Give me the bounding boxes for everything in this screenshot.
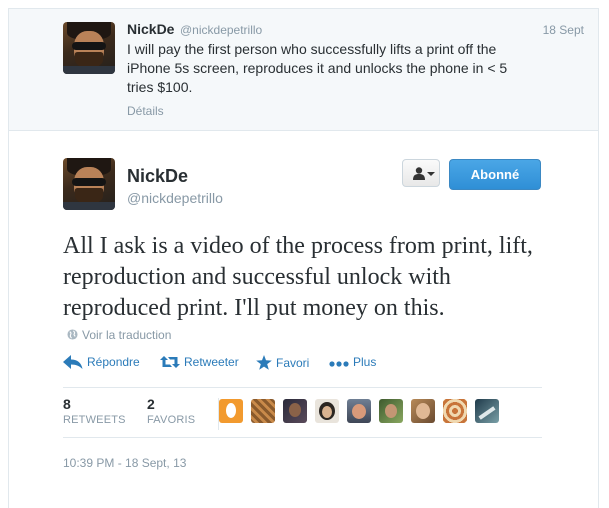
favorite-button[interactable]: Favori [256, 355, 309, 370]
globe-icon [67, 329, 78, 340]
translate-link[interactable]: Voir la traduction [67, 328, 171, 342]
tweet-timestamp[interactable]: 10:39 PM - 18 Sept, 13 [63, 456, 186, 470]
parent-avatar[interactable] [63, 22, 115, 74]
user-avatar[interactable] [251, 399, 275, 423]
retweet-icon [160, 356, 180, 368]
reply-label: Répondre [87, 355, 140, 369]
user-avatar-egg[interactable] [219, 399, 243, 423]
retweets-stat[interactable]: 8 RETWEETS [63, 396, 126, 426]
user-avatar[interactable] [443, 399, 467, 423]
divider [63, 387, 542, 388]
details-link[interactable]: Détails [127, 104, 164, 118]
user-dropdown-icon [413, 167, 425, 180]
user-avatar[interactable] [475, 399, 499, 423]
more-dots-icon [329, 361, 349, 367]
favorites-label: FAVORIS [147, 414, 196, 426]
user-avatar[interactable] [283, 399, 307, 423]
user-actions-dropdown[interactable] [402, 159, 440, 187]
author-avatar[interactable] [63, 158, 115, 210]
parent-author-handle[interactable]: @nickdepetrillo [180, 23, 262, 37]
parent-tweet[interactable]: NickDe @nickdepetrillo 18 Sept I will pa… [9, 9, 598, 131]
user-avatar[interactable] [347, 399, 371, 423]
favorites-count: 2 [147, 396, 155, 412]
retweets-label: RETWEETS [63, 414, 126, 426]
divider [63, 437, 542, 438]
more-button[interactable]: Plus [329, 355, 376, 369]
user-avatar[interactable] [411, 399, 435, 423]
parent-tweet-text: I will pay the first person who successf… [127, 41, 508, 95]
user-avatar[interactable] [315, 399, 339, 423]
author-name[interactable]: NickDe [127, 166, 188, 187]
retweet-label: Retweeter [184, 355, 239, 369]
tweet-detail-frame: NickDe @nickdepetrillo 18 Sept I will pa… [8, 8, 599, 508]
author-handle[interactable]: @nickdepetrillo [127, 190, 223, 206]
parent-tweet-date[interactable]: 18 Sept [543, 23, 584, 37]
retweets-count: 8 [63, 396, 71, 412]
reply-button[interactable]: Répondre [63, 355, 140, 369]
chevron-down-icon [427, 172, 435, 176]
favorites-stat[interactable]: 2 FAVORIS [147, 396, 195, 426]
favorite-label: Favori [276, 356, 310, 370]
following-button[interactable]: Abonné [449, 159, 541, 190]
parent-author-name[interactable]: NickDe [127, 21, 174, 37]
tweet-text: All I ask is a video of the process from… [63, 233, 533, 321]
star-icon [256, 355, 272, 370]
translate-label[interactable]: Voir la traduction [82, 328, 171, 342]
user-avatar[interactable] [379, 399, 403, 423]
more-label: Plus [353, 355, 377, 369]
retweet-button[interactable]: Retweeter [160, 355, 239, 369]
reply-icon [63, 355, 83, 369]
